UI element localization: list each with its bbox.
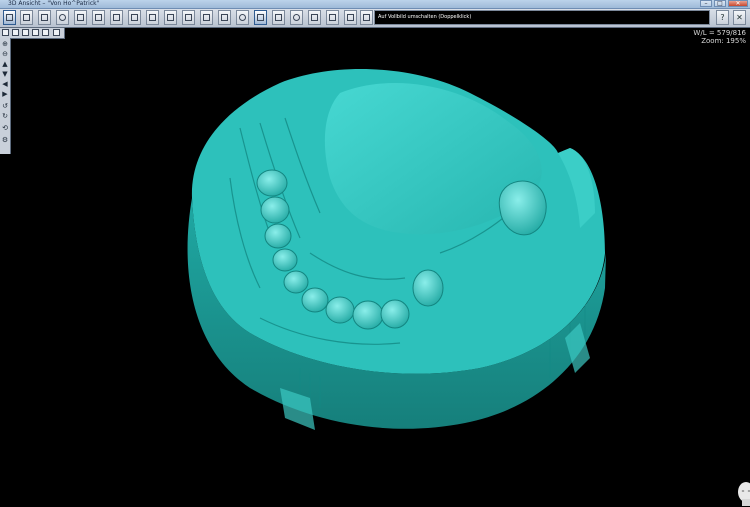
settings-icon[interactable]: ⚙ [1,136,9,144]
slice-button[interactable] [110,10,123,25]
rotate-cw-icon[interactable]: ↻ [1,112,9,120]
help-button[interactable]: ? [716,10,729,25]
rotate-ccw-icon[interactable]: ↺ [1,102,9,110]
close-window-button[interactable]: ✕ [728,0,748,7]
camera-icon[interactable] [12,29,19,36]
status-field: Auf Vollbild umschalten (Doppelklick) [374,10,710,25]
axes-button[interactable] [236,10,249,25]
window-title: 3D Ansicht – "Von Ho^Patrick" [8,0,100,7]
dental-model-render [187,69,606,430]
3d-view-button[interactable] [254,10,267,25]
volume-render-button[interactable] [272,10,285,25]
zoom-out-icon[interactable]: ⊖ [1,50,9,58]
status-text: Auf Vollbild umschalten (Doppelklick) [378,14,472,20]
arrow-left-icon[interactable]: ◀ [1,80,9,88]
monitor-button[interactable] [164,10,177,25]
color-icon[interactable] [22,29,29,36]
spine-button[interactable] [92,10,105,25]
maximize-button[interactable]: □ [714,0,726,7]
settings-gear-button[interactable] [290,10,303,25]
ruler-button[interactable] [74,10,87,25]
orientation-head-icon[interactable] [736,481,750,507]
window-title-bar: 3D Ansicht – "Von Ho^Patrick" – □ ✕ [0,0,750,9]
minimize-button[interactable]: – [700,0,712,7]
print-button[interactable] [38,10,51,25]
section-button[interactable] [146,10,159,25]
reset-icon[interactable]: ⟲ [1,124,9,132]
arrow-down-icon[interactable]: ▼ [1,70,9,78]
arrow-up-icon[interactable]: ▲ [1,60,9,68]
measure-button[interactable] [56,10,69,25]
head-icon[interactable] [32,29,39,36]
exit-view-button[interactable]: ✕ [733,10,746,25]
window-controls: – □ ✕ [700,0,748,8]
export-button[interactable] [360,10,373,25]
zoom-in-icon[interactable]: ⊕ [1,40,9,48]
nerve-button[interactable] [326,10,339,25]
arrow-icon[interactable] [2,29,9,36]
clipboard-button[interactable] [200,10,213,25]
isolated-tooth [412,269,444,307]
implant-button[interactable] [308,10,321,25]
window-level-readout: W/L = 579/816 [693,29,746,37]
view-layout-button[interactable] [3,10,16,25]
layers-icon[interactable] [42,29,49,36]
grid-button[interactable] [218,10,231,25]
scissors-icon[interactable] [53,29,60,36]
save-button[interactable] [20,10,33,25]
panorama-button[interactable] [128,10,141,25]
tools-button[interactable] [344,10,357,25]
3d-viewport[interactable] [10,38,750,506]
arrow-right-icon[interactable]: ▶ [1,90,9,98]
main-toolbar: Auf Vollbild umschalten (Doppelklick) ? … [0,9,750,28]
crop-button[interactable] [182,10,195,25]
